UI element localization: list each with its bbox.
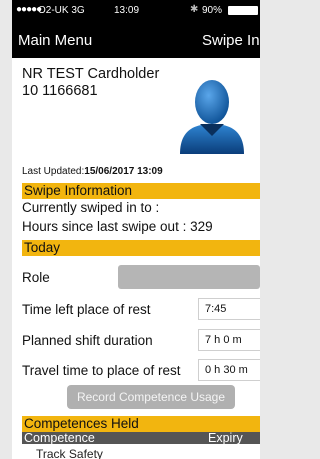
user-avatar-icon (180, 80, 244, 154)
main-menu-button[interactable]: Main Menu (18, 32, 92, 49)
left-edge-strip (0, 0, 12, 459)
phone-screen: ●●●●● O2-UK 3G 13:09 ✱ 90% Main Menu Swi… (0, 0, 260, 459)
competence-table-header: Competence Expiry (22, 432, 260, 444)
swipe-information-header: Swipe Information (22, 183, 260, 199)
navigation-bar: Main Menu Swipe In (12, 22, 260, 58)
battery-percent: 90% (202, 5, 223, 16)
last-updated-label: Last Updated: (22, 166, 85, 177)
clock: 13:09 (114, 5, 140, 16)
travel-time-field[interactable]: 0 h 30 m (198, 359, 260, 381)
time-left-label: Time left place of rest (22, 302, 151, 317)
time-left-field[interactable]: 7:45 (198, 298, 260, 320)
table-row[interactable]: Track Safety (36, 447, 103, 459)
swipe-in-button[interactable]: Swipe In (202, 32, 260, 49)
battery-icon (228, 6, 258, 15)
shift-duration-field[interactable]: 7 h 0 m (198, 329, 260, 351)
today-header: Today (22, 240, 260, 256)
bluetooth-icon: ✱ (190, 4, 199, 15)
cardholder-name: NR TEST Cardholder 10 1166681 (22, 66, 160, 99)
role-label: Role (22, 270, 50, 285)
competences-held-header: Competences Held (22, 416, 260, 432)
carrier-label: O2-UK 3G (38, 5, 85, 16)
shift-duration-label: Planned shift duration (22, 333, 153, 348)
last-updated-value: 15/06/2017 13:09 (84, 166, 163, 177)
app-content: ●●●●● O2-UK 3G 13:09 ✱ 90% Main Menu Swi… (12, 0, 260, 459)
competence-column-header: Competence (24, 431, 95, 445)
hours-since-text: Hours since last swipe out : 329 (22, 219, 213, 234)
last-updated: Last Updated:15/06/2017 13:09 (22, 166, 163, 177)
status-bar: ●●●●● O2-UK 3G 13:09 ✱ 90% (12, 0, 260, 22)
currently-swiped-text: Currently swiped in to : (22, 200, 160, 215)
record-competence-button[interactable]: Record Competence Usage (67, 385, 235, 409)
role-select[interactable] (118, 265, 260, 289)
expiry-column-header: Expiry (208, 431, 243, 445)
travel-time-label: Travel time to place of rest (22, 363, 181, 378)
